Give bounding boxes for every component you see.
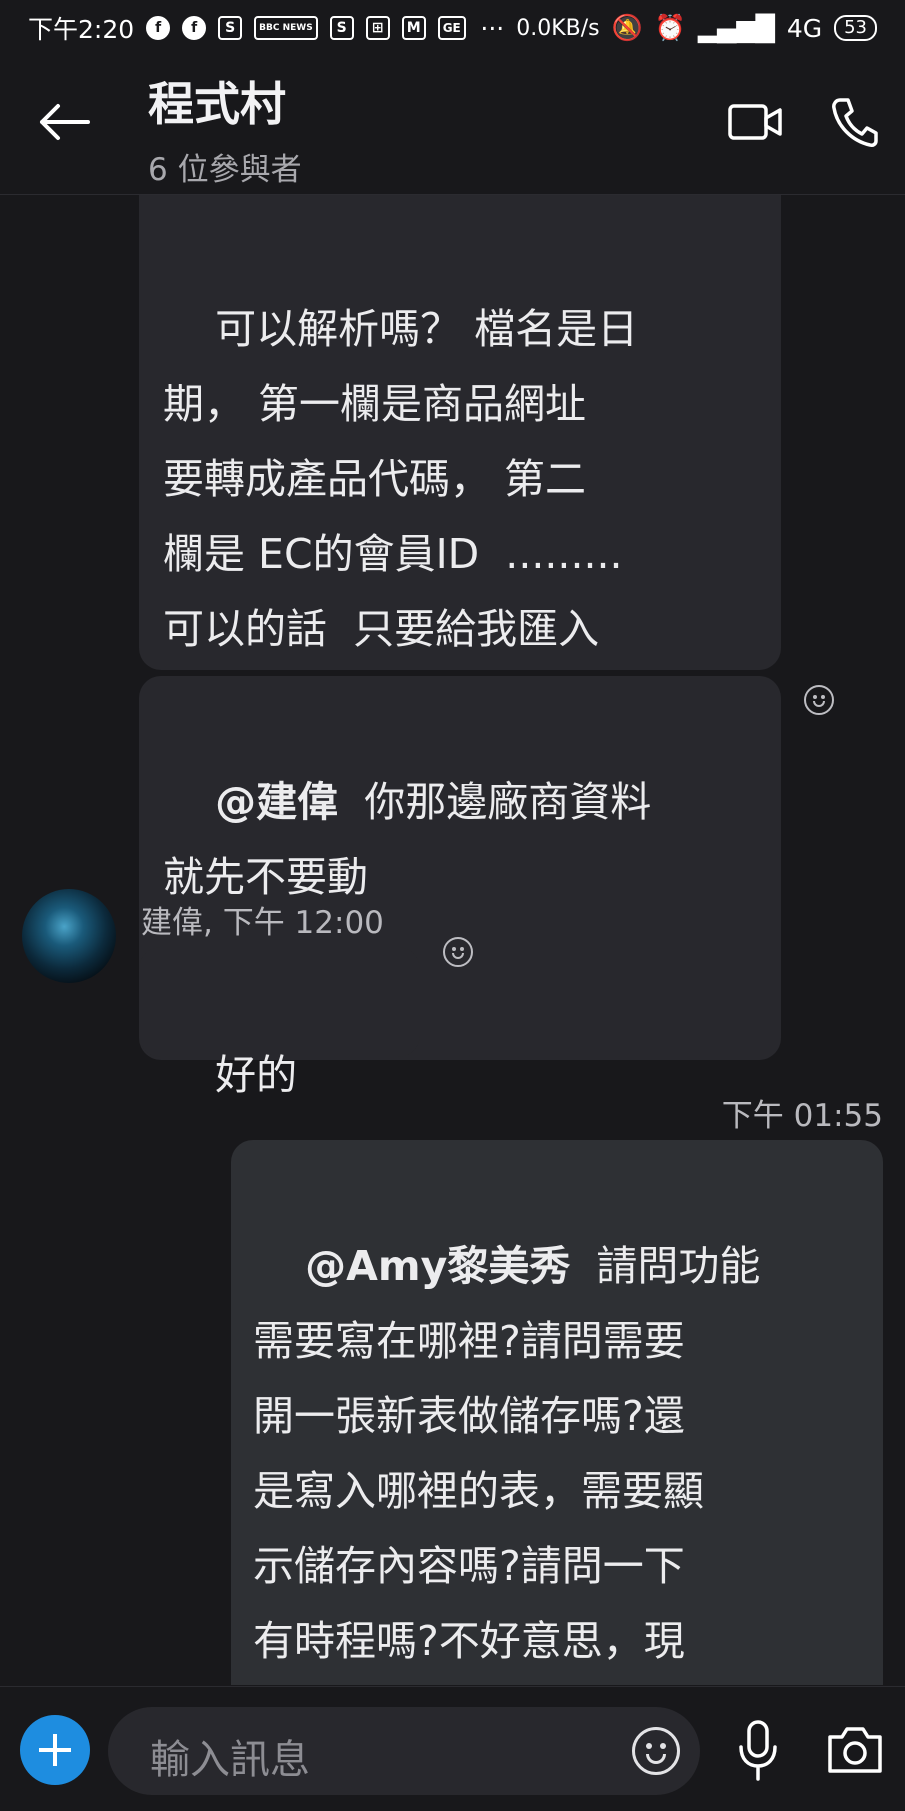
sender-name-time: 建偉, 下午 12:00 xyxy=(141,905,384,941)
mute-icon: 🔕 xyxy=(611,13,643,42)
message-text: 請問功能 需要寫在哪裡?請問需要 開一張新表做儲存嗎?還 是寫入哪裡的表，需要顯… xyxy=(253,1242,761,1665)
status-bar-right: ··· 0.0KB/s 🔕 ⏰ ▂▄▆█ 4G 53 xyxy=(480,13,877,43)
message-bubble[interactable]: @Amy黎美秀 請問功能 需要寫在哪裡?請問需要 開一張新表做儲存嗎?還 是寫入… xyxy=(231,1140,883,1685)
chat-header: 程式村 6 位參與者 xyxy=(0,56,905,195)
camera-icon[interactable] xyxy=(826,1723,884,1775)
message-list[interactable]: 可以解析嗎？ 檔名是日 期， 第一欄是商品網址 要轉成產品代碼， 第二 欄是 E… xyxy=(0,195,905,1685)
participant-count[interactable]: 6 位參與者 xyxy=(148,144,302,189)
chat-title[interactable]: 程式村 xyxy=(148,68,286,134)
status-bar: 下午2:20 f f S BBC NEWS S ⊞ M GE ··· 0.0KB… xyxy=(0,0,905,56)
add-attachment-button[interactable] xyxy=(20,1715,90,1785)
ge-icon: GE xyxy=(437,16,466,40)
shopee-icon: S xyxy=(329,16,354,40)
message-text: 好的 xyxy=(215,1051,298,1099)
status-bar-left: 下午2:20 f f S BBC NEWS S ⊞ M GE xyxy=(28,10,466,46)
gmail-icon: M xyxy=(401,16,426,40)
message-bubble[interactable]: 好的 xyxy=(139,947,420,1099)
facebook-icon: f xyxy=(182,16,207,40)
avatar[interactable] xyxy=(22,889,116,983)
emoji-icon[interactable] xyxy=(632,1727,680,1775)
shopee-icon: S xyxy=(218,16,243,40)
message-bubble[interactable]: 可以解析嗎？ 檔名是日 期， 第一欄是商品網址 要轉成產品代碼， 第二 欄是 E… xyxy=(139,195,781,728)
facebook-icon: f xyxy=(146,16,171,40)
network-speed: 0.0KB/s xyxy=(516,15,600,41)
network-type: 4G xyxy=(786,13,823,43)
add-reaction-icon[interactable] xyxy=(804,685,834,715)
message-input-placeholder: 輸入訊息 xyxy=(150,1737,310,1783)
message-input[interactable]: 輸入訊息 xyxy=(108,1707,700,1795)
clock: 下午2:20 xyxy=(28,15,135,44)
mention-tag[interactable]: @建偉 xyxy=(215,778,338,826)
message-composer: 輸入訊息 xyxy=(0,1686,905,1811)
alarm-icon: ⏰ xyxy=(654,13,686,42)
signal-icon: ▂▄▆█ xyxy=(697,13,775,43)
bbc-news-icon: BBC NEWS xyxy=(254,16,318,40)
message-timestamp: 下午 01:55 xyxy=(721,1098,883,1134)
voice-call-button[interactable] xyxy=(830,96,878,148)
mention-tag[interactable]: @Amy黎美秀 xyxy=(305,1242,570,1290)
microphone-icon[interactable] xyxy=(736,1719,780,1783)
back-button[interactable] xyxy=(36,102,92,142)
battery-level: 53 xyxy=(834,15,877,41)
more-notifications-icon: ··· xyxy=(480,13,505,43)
video-call-button[interactable] xyxy=(728,102,784,142)
grid-icon: ⊞ xyxy=(365,16,390,40)
message-text: 可以解析嗎？ 檔名是日 期， 第一欄是商品網址 要轉成產品代碼， 第二 欄是 E… xyxy=(163,305,639,728)
add-reaction-icon[interactable] xyxy=(443,937,473,967)
